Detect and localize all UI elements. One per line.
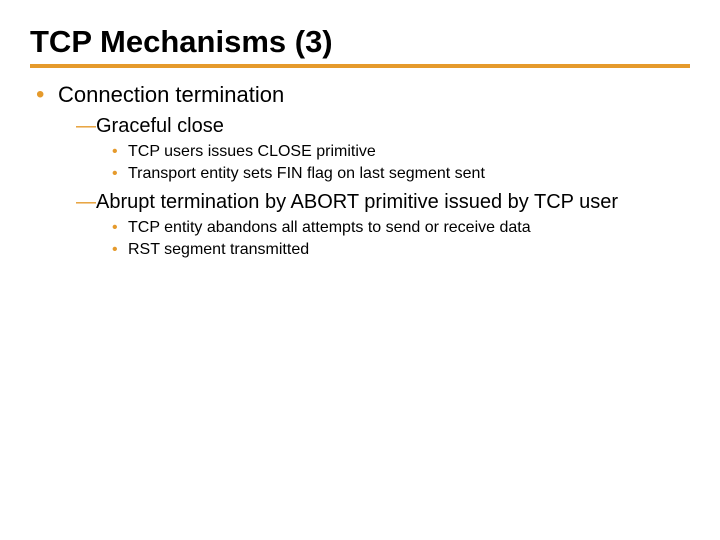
bullet-icon: •: [112, 164, 118, 184]
bullet-list-level-1: • Connection termination — Graceful clos…: [30, 82, 690, 260]
list-item: — Graceful close • TCP users issues CLOS…: [76, 114, 690, 184]
bullet-list-level-2: — Graceful close • TCP users issues CLOS…: [58, 114, 690, 260]
list-item-text: TCP users issues CLOSE primitive: [128, 143, 376, 160]
list-item: • TCP users issues CLOSE primitive: [112, 142, 690, 162]
list-item-text: Abrupt termination by ABORT primitive is…: [96, 191, 618, 213]
list-item: • RST segment transmitted: [112, 240, 690, 260]
dash-icon: —: [76, 114, 96, 138]
bullet-icon: •: [36, 82, 44, 108]
slide: TCP Mechanisms (3) • Connection terminat…: [0, 0, 720, 540]
bullet-list-level-3: • TCP entity abandons all attempts to se…: [96, 218, 690, 260]
list-item-text: Connection termination: [58, 82, 284, 107]
slide-title: TCP Mechanisms (3): [30, 24, 690, 68]
bullet-icon: •: [112, 218, 118, 238]
list-item-text: Graceful close: [96, 115, 224, 137]
list-item: • Transport entity sets FIN flag on last…: [112, 164, 690, 184]
list-item-text: Transport entity sets FIN flag on last s…: [128, 165, 485, 182]
bullet-list-level-3: • TCP users issues CLOSE primitive • Tra…: [96, 142, 690, 184]
list-item-text: TCP entity abandons all attempts to send…: [128, 219, 531, 236]
list-item: — Abrupt termination by ABORT primitive …: [76, 190, 690, 260]
list-item-text: RST segment transmitted: [128, 241, 309, 258]
dash-icon: —: [76, 190, 96, 214]
list-item: • Connection termination — Graceful clos…: [34, 82, 690, 260]
list-item: • TCP entity abandons all attempts to se…: [112, 218, 690, 238]
bullet-icon: •: [112, 240, 118, 260]
bullet-icon: •: [112, 142, 118, 162]
